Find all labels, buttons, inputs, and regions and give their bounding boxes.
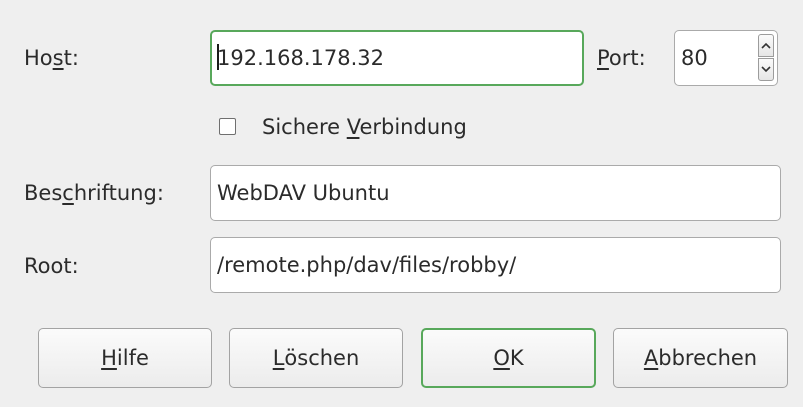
ok-button-rest: K — [509, 346, 524, 370]
port-decrement-button[interactable] — [758, 58, 774, 81]
secure-label-pre: Sichere — [262, 115, 347, 139]
help-button[interactable]: Hilfe — [38, 328, 212, 388]
help-button-accel: H — [101, 346, 117, 370]
root-input[interactable]: /remote.php/dav/files/robby/ — [210, 237, 781, 293]
delete-button-rest: öschen — [284, 346, 360, 370]
port-label: Port: — [597, 43, 646, 73]
host-input[interactable]: 192.168.178.32 — [210, 30, 584, 86]
delete-button[interactable]: Löschen — [229, 328, 403, 388]
caption-value: WebDAV Ubuntu — [217, 181, 390, 205]
host-label: Host: — [24, 43, 79, 73]
port-increment-button[interactable] — [758, 34, 774, 57]
host-label-post: t: — [63, 46, 79, 70]
root-value: /remote.php/dav/files/robby/ — [217, 253, 517, 277]
port-label-post: ort: — [608, 46, 646, 70]
port-label-accel: P — [597, 46, 609, 70]
chevron-down-icon — [761, 66, 771, 73]
caption-label-accel: c — [62, 181, 74, 205]
ok-button-accel: O — [493, 346, 510, 370]
secure-connection-label[interactable]: Sichere Verbindung — [262, 112, 467, 142]
cancel-button-rest: bbrechen — [658, 346, 758, 370]
secure-label-accel: V — [346, 115, 360, 139]
caption-label-post: hriftung: — [73, 181, 164, 205]
host-label-accel: s — [52, 46, 64, 70]
help-button-rest: ilfe — [116, 346, 149, 370]
port-spinbox[interactable]: 80 — [674, 30, 778, 86]
root-label: Root: — [24, 254, 79, 278]
caption-label: Beschriftung: — [24, 178, 164, 208]
host-value: 192.168.178.32 — [217, 46, 384, 70]
secure-connection-checkbox[interactable] — [219, 118, 236, 135]
cancel-button[interactable]: Abbrechen — [613, 328, 788, 388]
secure-label-post: erbindung — [359, 115, 467, 139]
ok-button[interactable]: OK — [421, 328, 596, 388]
delete-button-accel: L — [272, 346, 285, 370]
caption-input[interactable]: WebDAV Ubuntu — [210, 165, 781, 221]
cancel-button-accel: A — [643, 346, 659, 370]
host-label-pre: Ho — [24, 46, 53, 70]
caption-label-pre: Bes — [24, 181, 63, 205]
chevron-up-icon — [761, 42, 771, 49]
port-value: 80 — [681, 46, 708, 70]
